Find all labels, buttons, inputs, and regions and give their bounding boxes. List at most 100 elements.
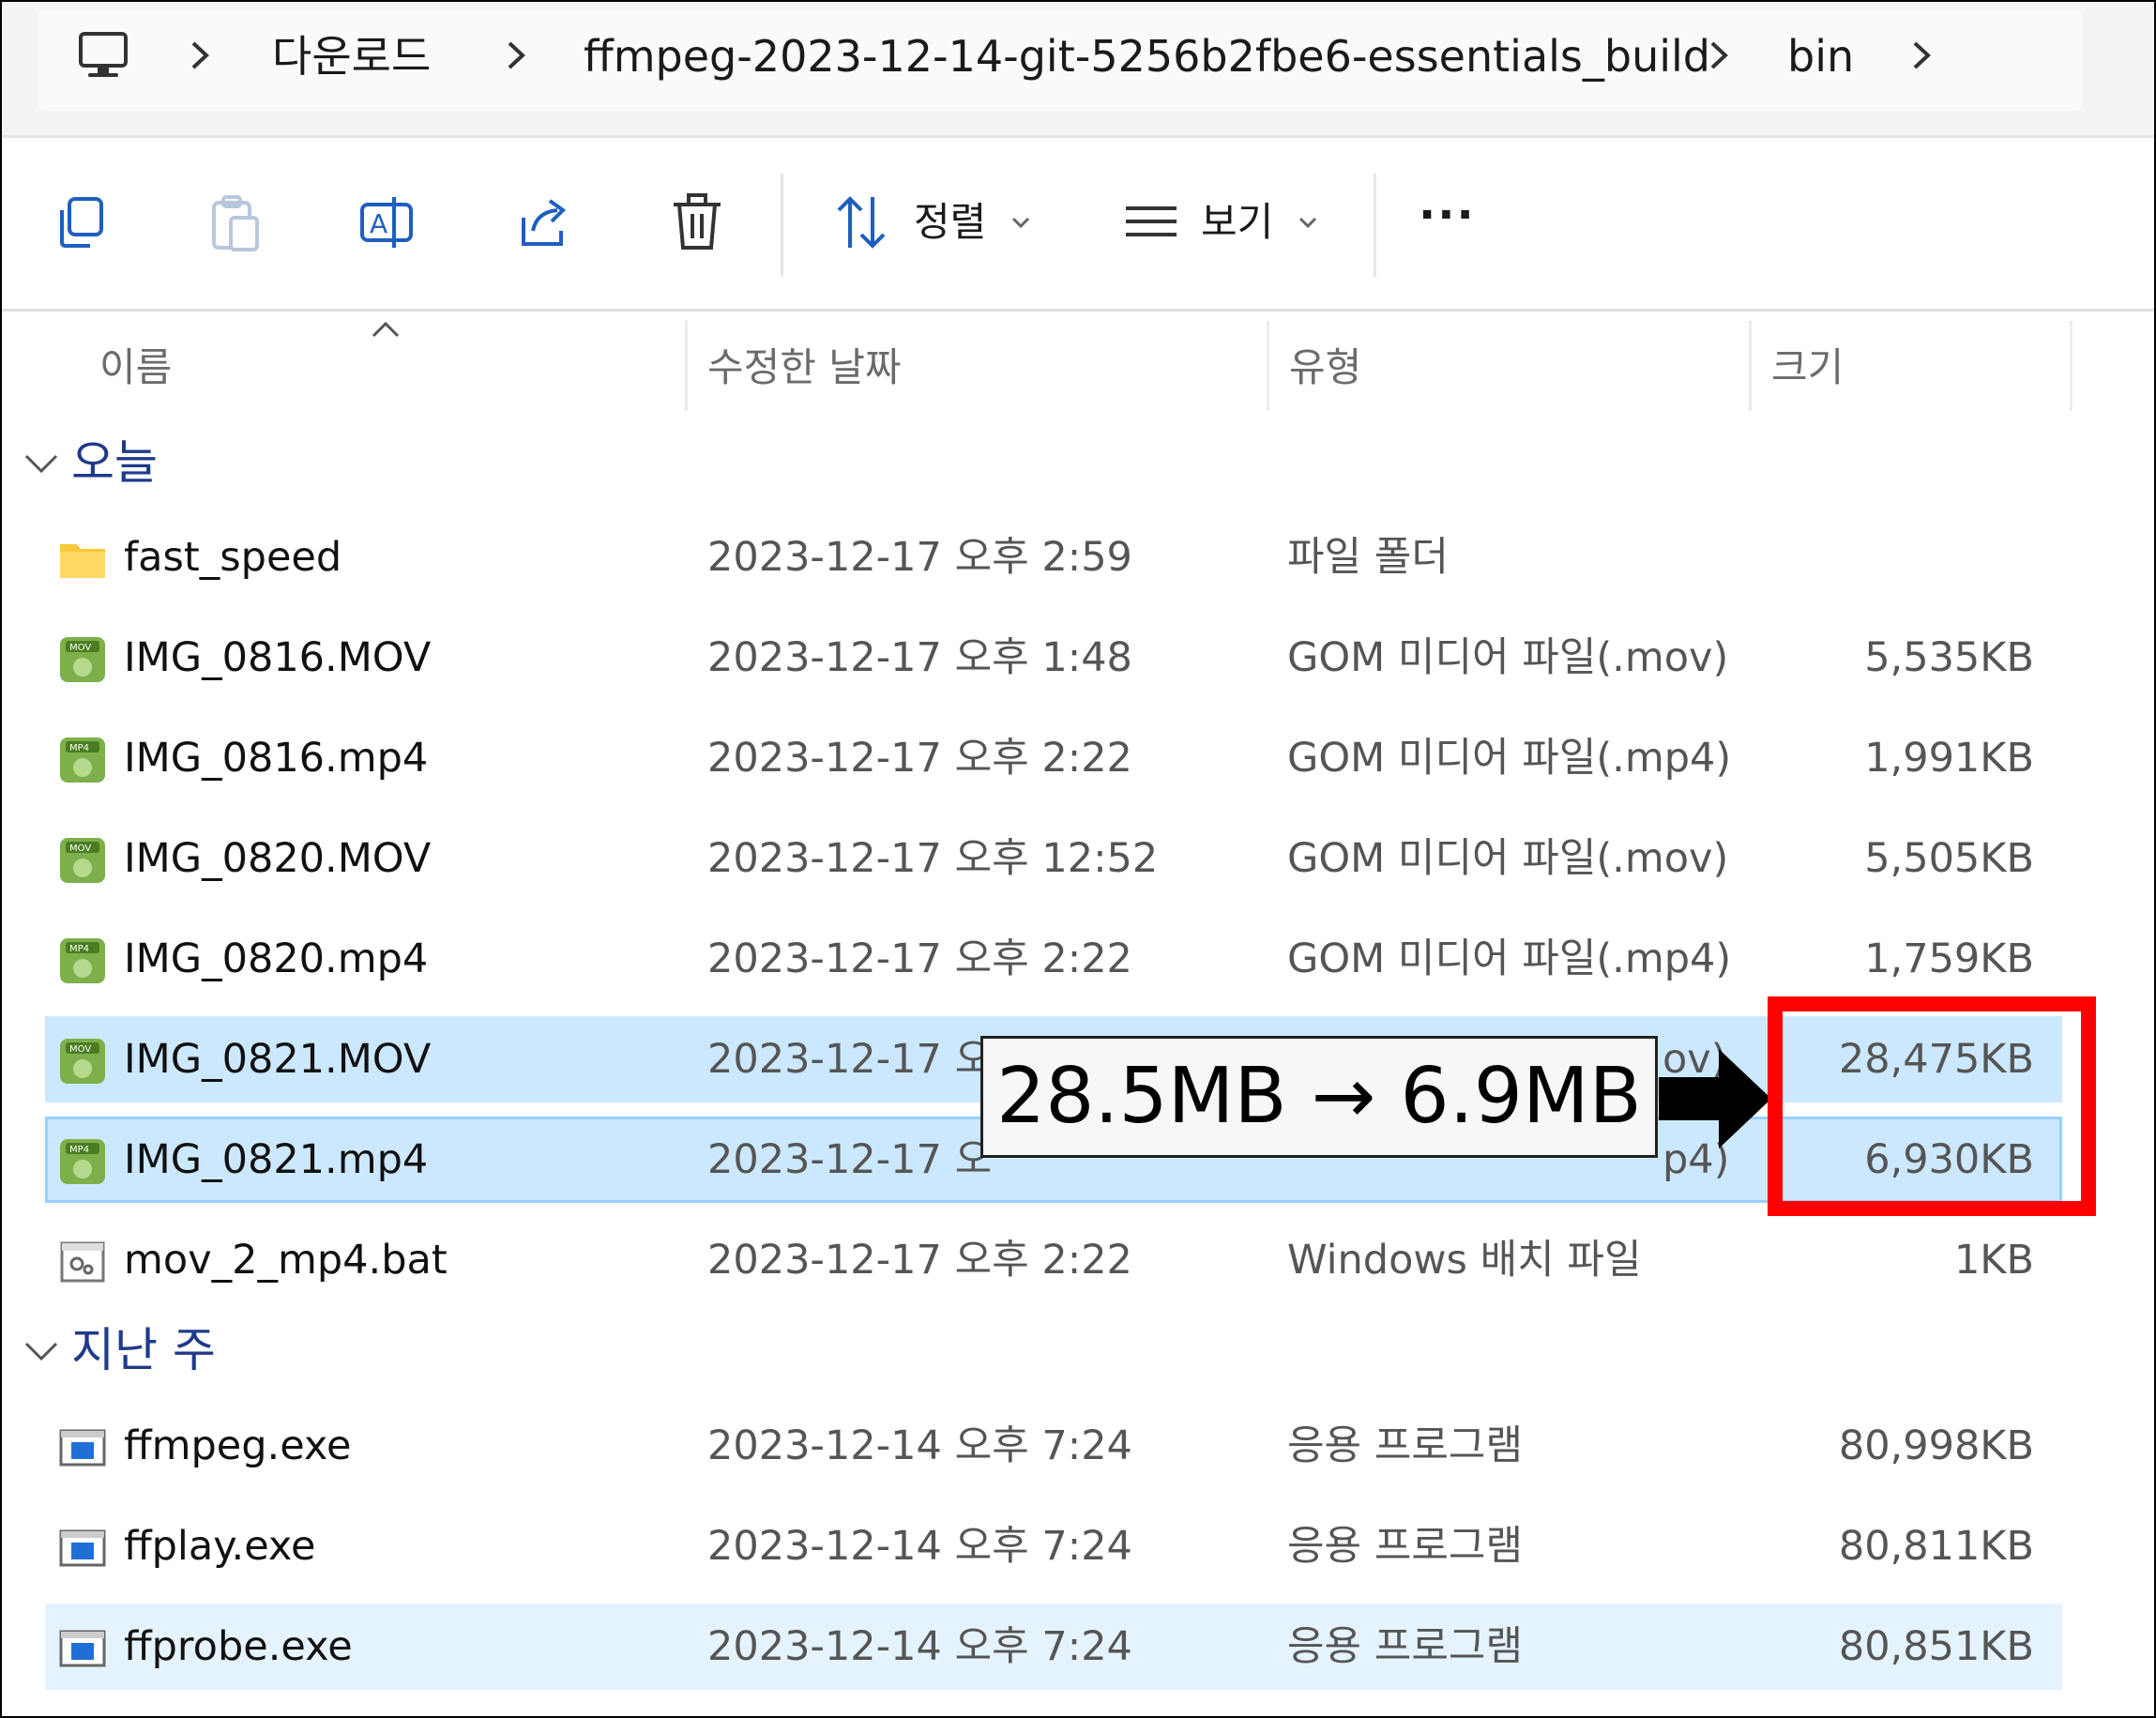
callout-text: 28.5MB → 6.9MB xyxy=(996,1052,1642,1141)
file-name: fast_speed xyxy=(124,534,342,581)
exe-file-icon xyxy=(59,1529,106,1567)
view-icon[interactable] xyxy=(1118,190,1184,255)
highlight-box xyxy=(1768,996,2096,1216)
file-size: 1,759KB xyxy=(1864,935,2034,982)
file-name: IMG_0816.MOV xyxy=(124,634,432,681)
command-bar: A 정렬 보기 ··· xyxy=(2,138,2154,312)
list-item[interactable]: fast_speed 2023-12-17 오후 2:59 파일 폴더 xyxy=(45,514,2062,601)
group-label: 지난 주 xyxy=(71,1323,216,1377)
mov-file-icon: MOV xyxy=(60,838,105,883)
svg-text:MP4: MP4 xyxy=(69,743,89,753)
file-date: 2023-12-17 오후 2:22 xyxy=(707,1237,1132,1284)
file-date: 2023-12-14 오후 7:24 xyxy=(707,1523,1132,1570)
chevron-right-icon[interactable] xyxy=(186,34,214,77)
breadcrumb-item-downloads[interactable]: 다운로드 xyxy=(272,28,431,84)
file-type: GOM 미디어 파일(.mp4) xyxy=(1287,735,1732,782)
list-item[interactable]: ffplay.exe 2023-12-14 오후 7:24 응용 프로그램 80… xyxy=(45,1503,2062,1589)
mp4-file-icon: MP4 xyxy=(60,737,105,783)
list-item[interactable]: ffmpeg.exe 2023-12-14 오후 7:24 응용 프로그램 80… xyxy=(45,1403,2062,1489)
mp4-file-icon: MP4 xyxy=(60,1139,105,1184)
file-size: 1KB xyxy=(1953,1237,2034,1284)
sort-button[interactable]: 정렬 xyxy=(914,194,986,251)
file-type: Windows 배치 파일 xyxy=(1287,1237,1642,1284)
file-type: 응용 프로그램 xyxy=(1287,1422,1524,1469)
sort-ascending-icon xyxy=(372,321,400,338)
svg-text:MOV: MOV xyxy=(69,643,91,653)
file-name: IMG_0820.mp4 xyxy=(124,935,429,982)
list-item[interactable]: MOV IMG_0816.MOV 2023-12-17 오후 1:48 GOM … xyxy=(45,615,2062,701)
column-header-type[interactable]: 유형 xyxy=(1289,340,1361,396)
column-divider[interactable] xyxy=(2070,321,2072,411)
column-divider[interactable] xyxy=(685,321,688,411)
column-header-row: 이름 수정한 날짜 유형 크기 xyxy=(2,312,2154,417)
chevron-down-icon[interactable] xyxy=(1010,213,1032,232)
file-size: 80,998KB xyxy=(1838,1422,2034,1469)
file-type: GOM 미디어 파일(.mov) xyxy=(1287,634,1729,681)
column-divider[interactable] xyxy=(1267,321,1269,411)
file-name: IMG_0816.mp4 xyxy=(124,735,429,782)
column-header-size[interactable]: 크기 xyxy=(1771,340,1844,396)
column-divider[interactable] xyxy=(1749,321,1752,411)
mp4-file-icon: MP4 xyxy=(60,938,105,983)
size-comparison-callout: 28.5MB → 6.9MB xyxy=(980,1036,1658,1158)
svg-text:A: A xyxy=(370,208,387,239)
file-date: 2023-12-14 오후 7:24 xyxy=(707,1623,1132,1670)
delete-icon[interactable] xyxy=(664,190,730,255)
file-name: ffmpeg.exe xyxy=(124,1422,352,1469)
chevron-right-icon[interactable] xyxy=(502,34,530,77)
more-options-button[interactable]: ··· xyxy=(1419,187,1476,243)
file-size: 5,505KB xyxy=(1864,835,2034,882)
exe-file-icon xyxy=(59,1429,106,1467)
paste-icon[interactable] xyxy=(203,190,268,255)
exe-file-icon xyxy=(59,1630,106,1667)
list-item[interactable]: MOV IMG_0820.MOV 2023-12-17 오후 12:52 GOM… xyxy=(45,815,2062,902)
arrow-right-icon xyxy=(1659,1049,1771,1148)
file-size: 1,991KB xyxy=(1864,735,2034,782)
file-date: 2023-12-14 오후 7:24 xyxy=(707,1422,1132,1469)
file-name: ffprobe.exe xyxy=(124,1623,353,1670)
file-date: 2023-12-17 오후 1:48 xyxy=(707,634,1132,681)
column-header-date[interactable]: 수정한 날짜 xyxy=(707,340,902,396)
svg-text:MP4: MP4 xyxy=(69,944,89,954)
list-item[interactable]: MP4 IMG_0816.mp4 2023-12-17 오후 2:22 GOM … xyxy=(45,715,2062,801)
share-icon[interactable] xyxy=(510,190,576,255)
list-item[interactable]: MP4 IMG_0820.mp4 2023-12-17 오후 2:22 GOM … xyxy=(45,916,2062,1002)
file-type: 파일 폴더 xyxy=(1287,534,1449,581)
file-name: ffplay.exe xyxy=(124,1523,316,1570)
file-name: IMG_0821.MOV xyxy=(124,1036,432,1083)
list-item[interactable]: mov_2_mp4.bat 2023-12-17 오후 2:22 Windows… xyxy=(45,1217,2062,1303)
view-button[interactable]: 보기 xyxy=(1201,194,1273,251)
chevron-down-icon[interactable] xyxy=(23,1338,60,1366)
svg-text:MOV: MOV xyxy=(69,1044,91,1055)
this-pc-icon[interactable] xyxy=(75,28,131,84)
folder-icon xyxy=(60,544,105,578)
file-type: GOM 미디어 파일(.mov) xyxy=(1287,835,1729,882)
list-item-hovered[interactable]: ffprobe.exe 2023-12-14 오후 7:24 응용 프로그램 8… xyxy=(45,1604,2062,1690)
file-date: 2023-12-17 오후 12:52 xyxy=(707,835,1159,882)
column-header-name[interactable]: 이름 xyxy=(99,340,172,396)
mov-file-icon: MOV xyxy=(60,637,105,682)
copy-icon[interactable] xyxy=(49,190,114,255)
chevron-down-icon[interactable] xyxy=(1297,213,1319,232)
rename-icon[interactable]: A xyxy=(357,190,422,255)
chevron-down-icon[interactable] xyxy=(23,450,60,479)
file-date: 2023-12-17 오후 2:59 xyxy=(707,534,1132,581)
sort-icon[interactable] xyxy=(829,190,895,255)
breadcrumb-item-bin[interactable]: bin xyxy=(1787,28,1854,84)
toolbar-divider xyxy=(1374,174,1376,277)
file-date: 2023-12-17 오 xyxy=(707,1136,993,1183)
chevron-right-icon[interactable] xyxy=(1907,34,1936,77)
file-size: 80,851KB xyxy=(1838,1623,2034,1670)
file-name: mov_2_mp4.bat xyxy=(124,1237,448,1284)
toolbar-divider xyxy=(781,174,783,277)
chevron-right-icon[interactable] xyxy=(1705,34,1733,77)
batch-file-icon xyxy=(60,1241,105,1283)
svg-text:MOV: MOV xyxy=(69,844,91,854)
file-type: 응용 프로그램 xyxy=(1287,1523,1524,1570)
file-size: 5,535KB xyxy=(1864,634,2034,681)
breadcrumb-item-ffmpeg-folder[interactable]: ffmpeg-2023-12-14-git-5256b2fbe6-essenti… xyxy=(584,28,1710,84)
file-date: 2023-12-17 오 xyxy=(707,1036,993,1083)
svg-text:MP4: MP4 xyxy=(69,1145,89,1155)
file-date: 2023-12-17 오후 2:22 xyxy=(707,735,1132,782)
file-name: IMG_0821.mp4 xyxy=(124,1136,429,1183)
